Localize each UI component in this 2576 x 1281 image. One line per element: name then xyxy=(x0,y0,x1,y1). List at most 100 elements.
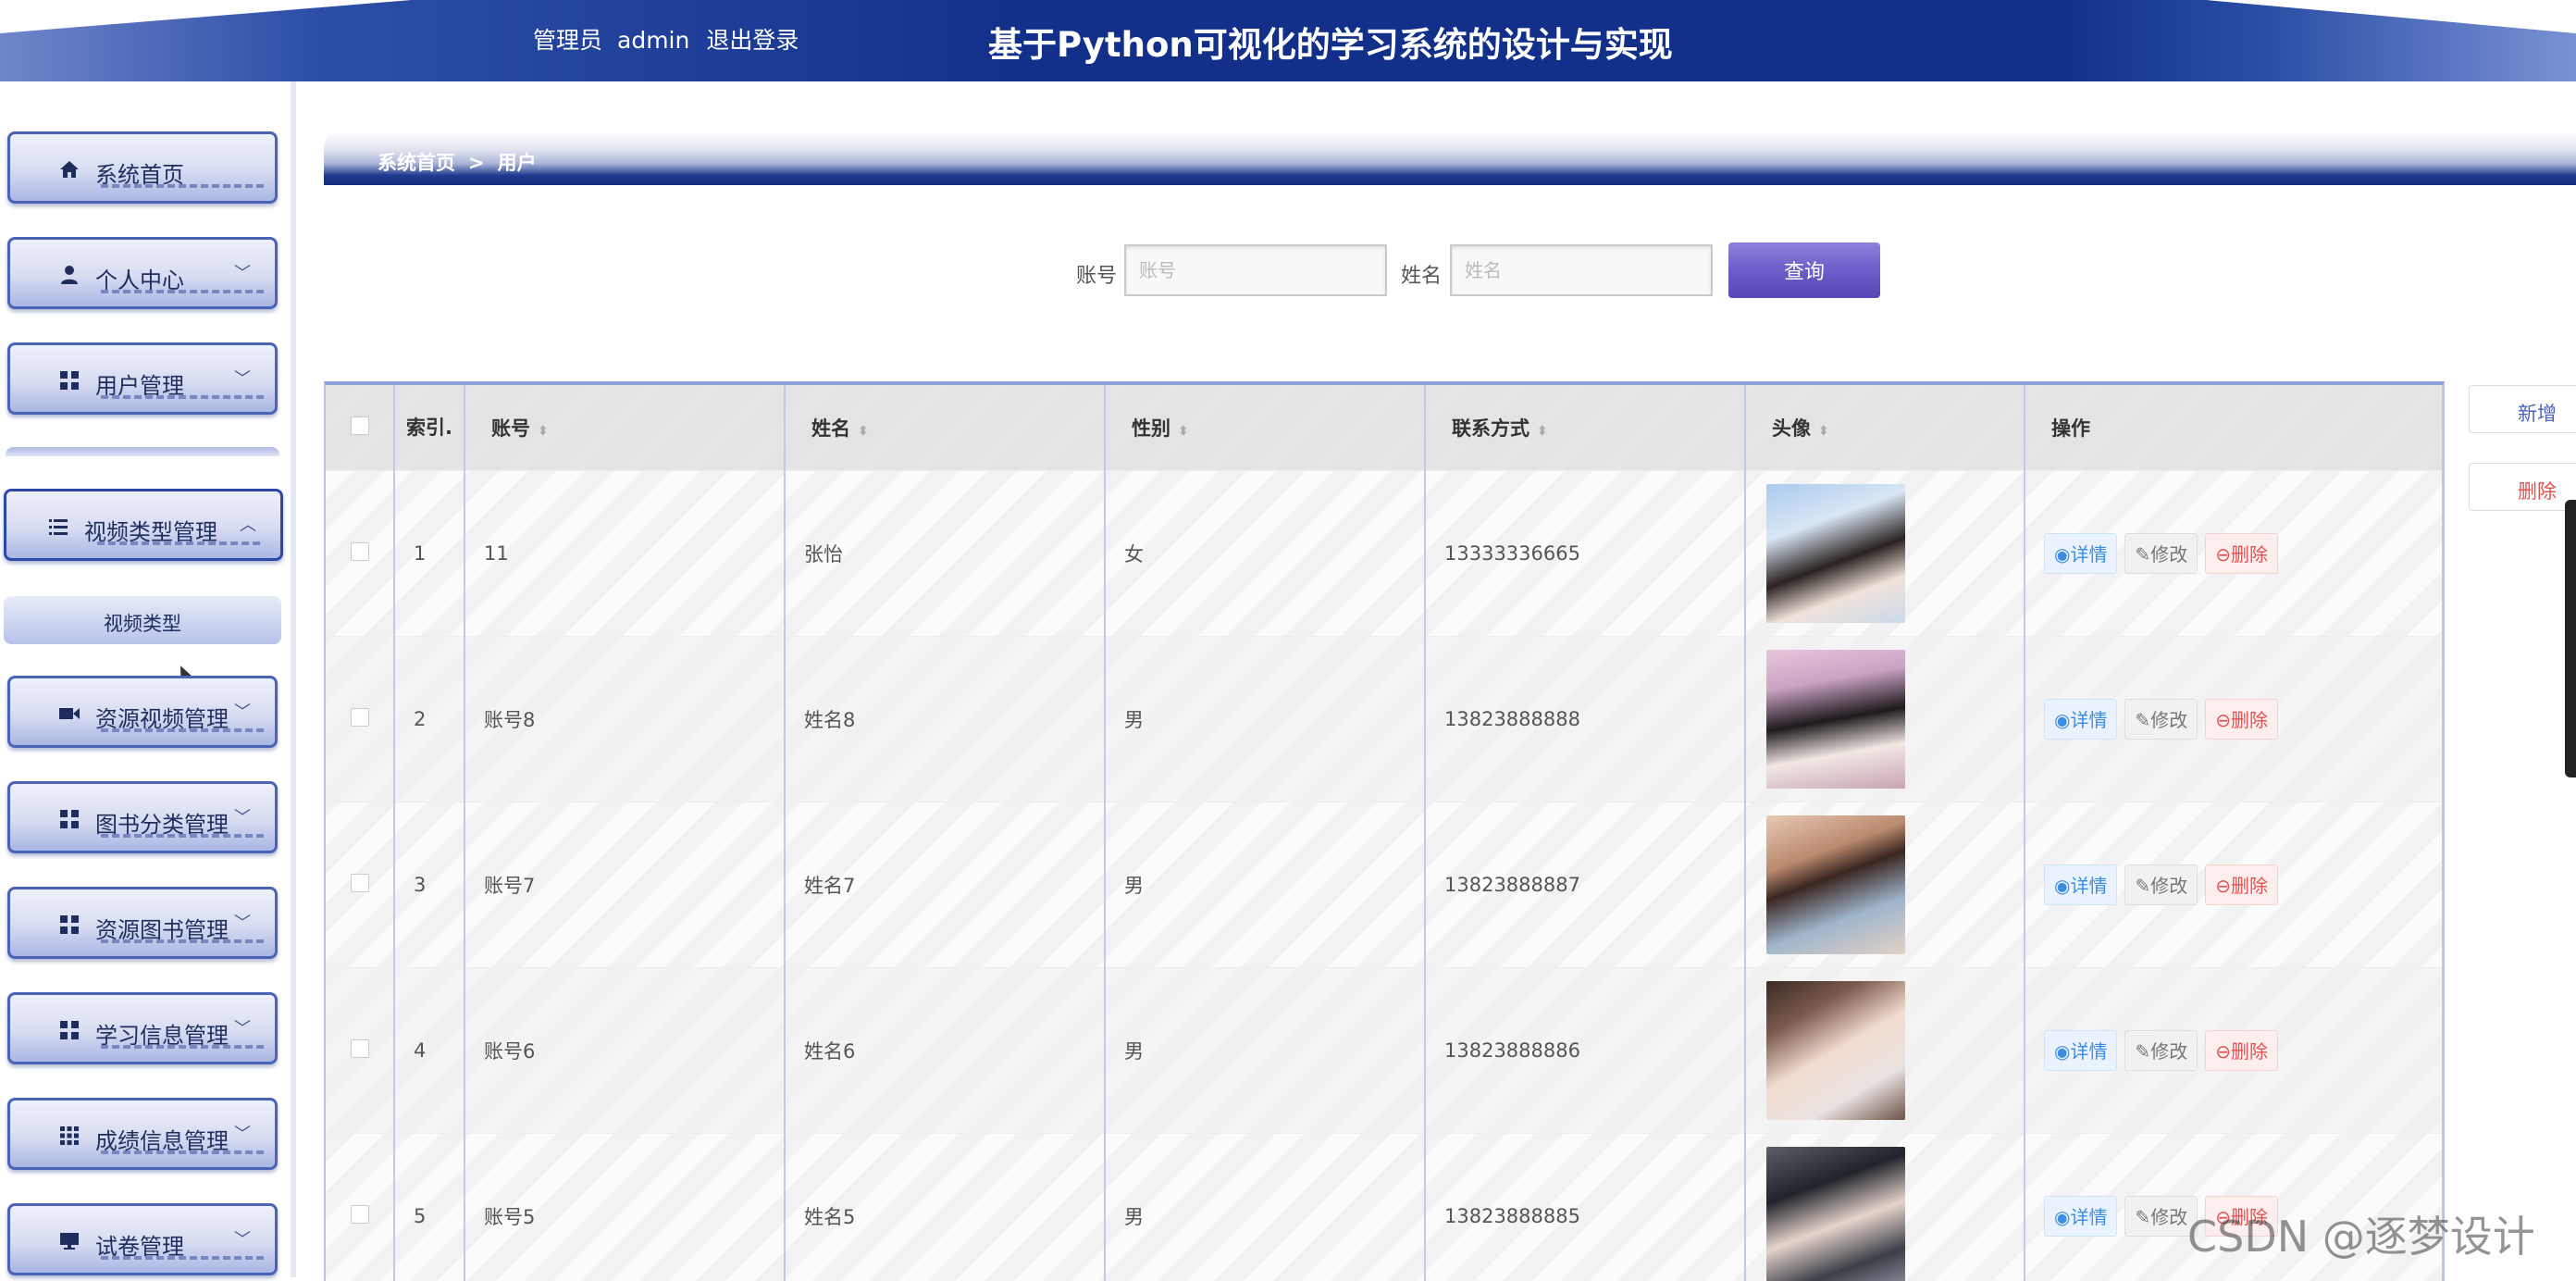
account-search-label: 账号 xyxy=(1076,259,1117,289)
avatar[interactable] xyxy=(1766,484,1905,623)
query-button[interactable]: 查询 xyxy=(1728,243,1880,298)
column-header-avatar[interactable]: 头像⬍ xyxy=(1745,385,2025,471)
table-row: 1 11 张怡 女 13333336665 ◉详情✎修改⊖删除 xyxy=(326,471,2443,637)
minus-circle-icon: ⊖ xyxy=(2215,709,2231,731)
delete-label: 删除 xyxy=(2231,1040,2268,1063)
menu-decoration xyxy=(101,1045,267,1049)
detail-button[interactable]: ◉详情 xyxy=(2044,1196,2117,1237)
row-checkbox[interactable] xyxy=(351,874,369,892)
minus-circle-icon: ⊖ xyxy=(2215,1040,2231,1063)
list-icon xyxy=(47,516,69,538)
cell-index: 3 xyxy=(394,802,464,968)
detail-button[interactable]: ◉详情 xyxy=(2044,533,2117,574)
chevron-down-icon: ﹀ xyxy=(234,699,251,723)
table-row: 4 账号6 姓名6 男 13823888886 ◉详情✎修改⊖删除 xyxy=(326,968,2443,1134)
breadcrumb-home-link[interactable]: 系统首页 xyxy=(378,152,455,174)
avatar[interactable] xyxy=(1766,650,1905,789)
data-table: 索引. 账号⬍ 姓名⬍ 性别⬍ 联系方式⬍ 头像⬍ 操作 1 11 张怡 女 1… xyxy=(326,385,2444,1281)
top-header: 管理员admin退出登录 基于Python可视化的学习系统的设计与实现 xyxy=(0,0,2576,81)
column-header-account[interactable]: 账号⬍ xyxy=(464,385,785,471)
user-info: 管理员admin退出登录 xyxy=(533,22,813,56)
monitor-icon xyxy=(58,1230,80,1252)
row-select-cell xyxy=(326,1134,394,1281)
edit-button[interactable]: ✎修改 xyxy=(2124,699,2198,740)
avatar[interactable] xyxy=(1766,1147,1905,1281)
column-header-ops: 操作 xyxy=(2025,385,2443,471)
cell-ops: ◉详情✎修改⊖删除 xyxy=(2025,802,2443,968)
cell-gender: 女 xyxy=(1105,471,1425,637)
column-header-name[interactable]: 姓名⬍ xyxy=(785,385,1105,471)
detail-button[interactable]: ◉详情 xyxy=(2044,864,2117,905)
delete-button[interactable]: ⊖删除 xyxy=(2205,864,2278,905)
sidebar-item-score-info-management[interactable]: 成绩信息管理 ﹀ xyxy=(7,1098,278,1170)
select-all-checkbox[interactable] xyxy=(351,417,369,435)
delete-label: 删除 xyxy=(2231,543,2268,566)
edit-button[interactable]: ✎修改 xyxy=(2124,864,2198,905)
cell-account: 11 xyxy=(464,471,785,637)
menu-decoration xyxy=(101,728,267,732)
row-checkbox[interactable] xyxy=(351,708,369,727)
detail-label: 详情 xyxy=(2070,1206,2107,1228)
sidebar-item-study-info-management[interactable]: 学习信息管理 ﹀ xyxy=(7,992,278,1064)
sort-icon: ⬍ xyxy=(1537,424,1548,439)
sidebar-item-book-category-management[interactable]: 图书分类管理 ﹀ xyxy=(7,781,278,853)
sidebar-item-exam-paper-management[interactable]: 试卷管理 ﹀ xyxy=(7,1203,278,1275)
sidebar-item-resource-video-management[interactable]: 资源视频管理 ﹀ xyxy=(7,676,278,748)
sidebar-item-home[interactable]: 系统首页 xyxy=(7,131,278,204)
chevron-down-icon: ﹀ xyxy=(234,1121,251,1145)
cell-gender: 男 xyxy=(1105,1134,1425,1281)
submenu-item-label: 视频类型 xyxy=(4,609,281,637)
add-button[interactable]: 新增 xyxy=(2469,385,2576,433)
detail-button[interactable]: ◉详情 xyxy=(2044,1030,2117,1071)
edit-icon: ✎ xyxy=(2135,543,2150,566)
avatar[interactable] xyxy=(1766,981,1905,1120)
row-checkbox[interactable] xyxy=(351,1205,369,1224)
cell-index: 2 xyxy=(394,637,464,802)
cell-phone: 13823888885 xyxy=(1425,1134,1745,1281)
breadcrumb-separator: > xyxy=(468,152,485,174)
submenu-item-video-type[interactable]: 视频类型 xyxy=(4,596,281,644)
minus-circle-icon: ⊖ xyxy=(2215,543,2231,566)
batch-delete-button[interactable]: 删除 xyxy=(2469,463,2576,511)
grid-icon xyxy=(58,914,80,936)
cell-name: 姓名8 xyxy=(785,637,1105,802)
avatar[interactable] xyxy=(1766,815,1905,954)
header-slope-right xyxy=(2206,0,2576,33)
chevron-down-icon: ﹀ xyxy=(234,804,251,828)
column-header-label: 头像 xyxy=(1772,417,1811,440)
edit-button[interactable]: ✎修改 xyxy=(2124,1030,2198,1071)
table-row: 5 账号5 姓名5 男 13823888885 ◉详情✎修改⊖删除 xyxy=(326,1134,2443,1281)
name-search-input[interactable] xyxy=(1450,244,1713,296)
column-header-phone[interactable]: 联系方式⬍ xyxy=(1425,385,1745,471)
edit-icon: ✎ xyxy=(2135,875,2150,897)
video-icon xyxy=(58,703,80,725)
edit-button[interactable]: ✎修改 xyxy=(2124,533,2198,574)
detail-button[interactable]: ◉详情 xyxy=(2044,699,2117,740)
sort-icon: ⬍ xyxy=(1178,424,1189,439)
eye-icon: ◉ xyxy=(2054,1206,2070,1228)
logout-link[interactable]: 退出登录 xyxy=(706,27,799,54)
row-checkbox[interactable] xyxy=(351,542,369,561)
cell-gender: 男 xyxy=(1105,802,1425,968)
submenu-divider xyxy=(6,447,279,456)
delete-button[interactable]: ⊖删除 xyxy=(2205,533,2278,574)
column-header-gender[interactable]: 性别⬍ xyxy=(1105,385,1425,471)
scrollbar-thumb[interactable] xyxy=(2565,500,2576,777)
row-select-cell xyxy=(326,968,394,1134)
grid-icon xyxy=(58,1019,80,1041)
sidebar-item-user-management[interactable]: 用户管理 ﹀ xyxy=(7,342,278,415)
sidebar-item-resource-book-management[interactable]: 资源图书管理 ﹀ xyxy=(7,887,278,959)
menu-decoration xyxy=(101,290,267,293)
sidebar-item-personal-center[interactable]: 个人中心 ﹀ xyxy=(7,237,278,309)
cell-ops: ◉详情✎修改⊖删除 xyxy=(2025,968,2443,1134)
cell-name: 姓名5 xyxy=(785,1134,1105,1281)
row-checkbox[interactable] xyxy=(351,1039,369,1058)
sidebar-item-video-type-management[interactable]: 视频类型管理 ︿ xyxy=(4,489,283,561)
column-header-index: 索引. xyxy=(394,385,464,471)
account-search-input[interactable] xyxy=(1124,244,1387,296)
edit-icon: ✎ xyxy=(2135,1206,2150,1228)
cell-name: 姓名7 xyxy=(785,802,1105,968)
delete-button[interactable]: ⊖删除 xyxy=(2205,699,2278,740)
sort-icon: ⬍ xyxy=(858,424,869,439)
delete-button[interactable]: ⊖删除 xyxy=(2205,1030,2278,1071)
